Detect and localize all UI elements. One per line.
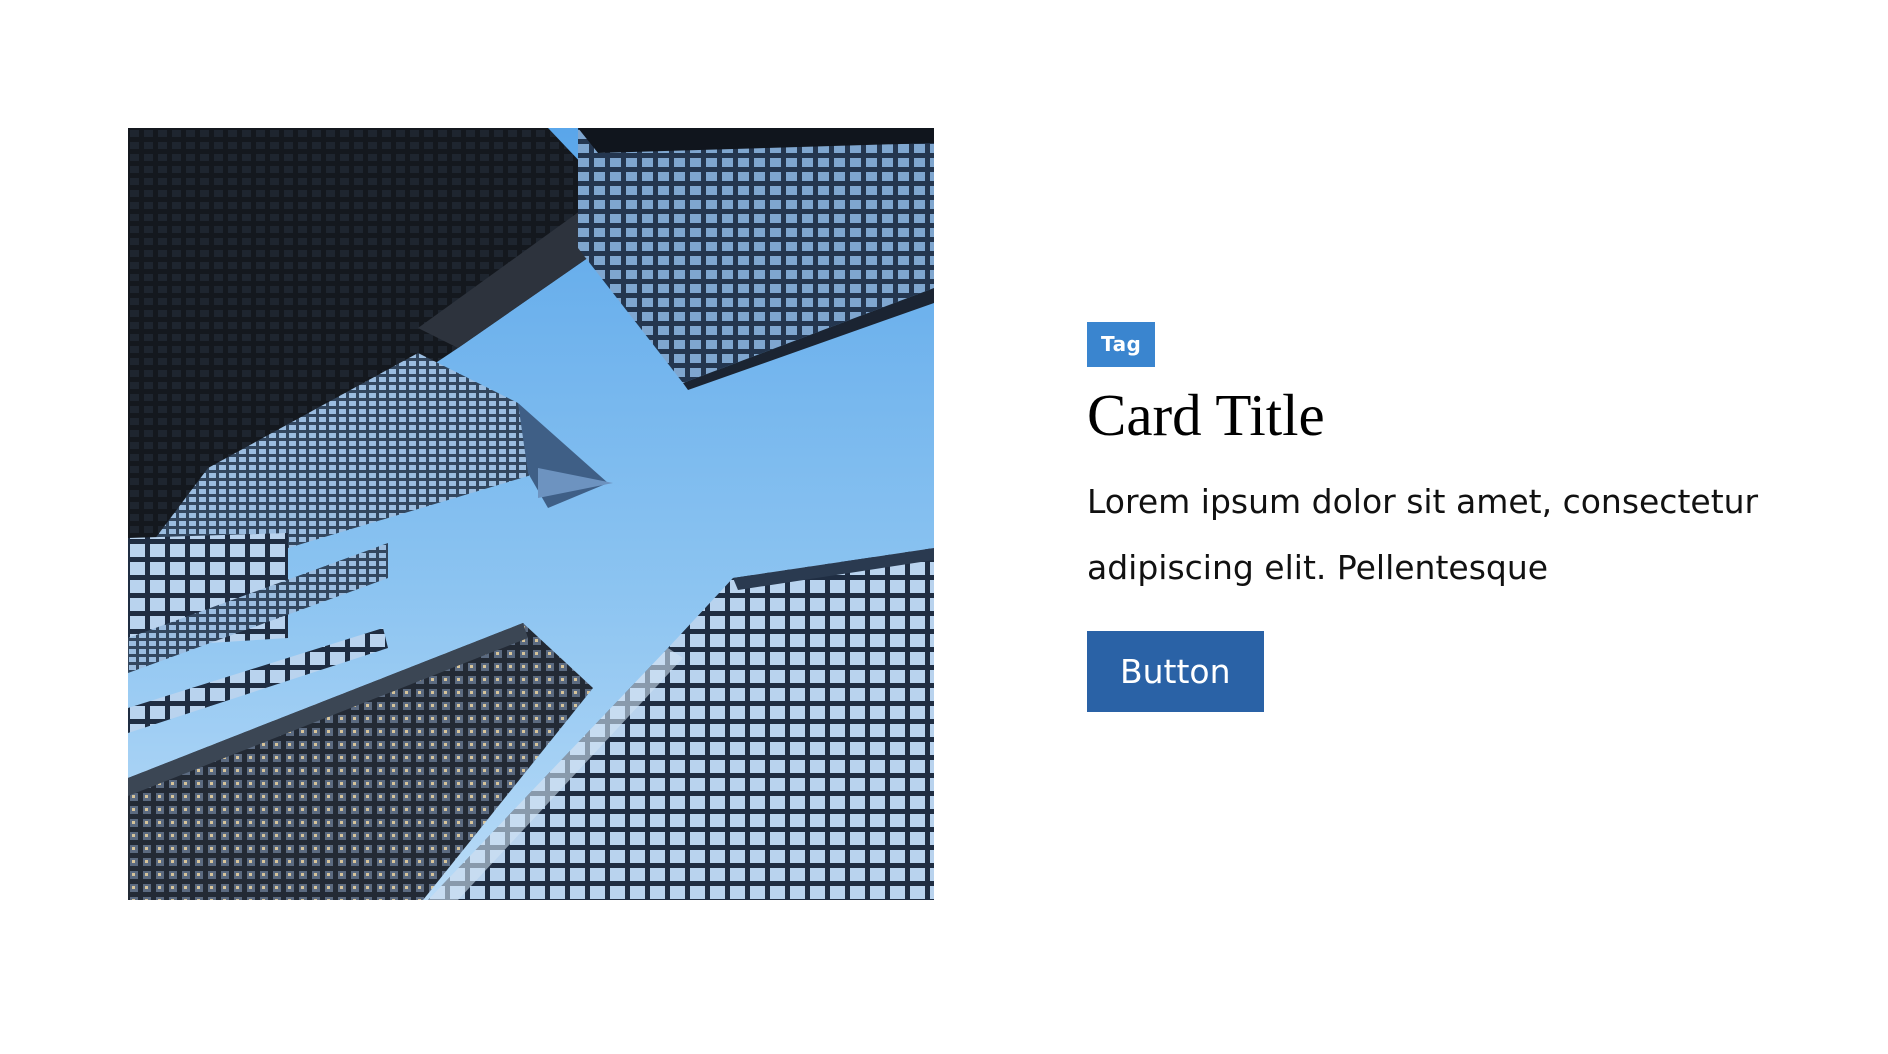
skyscrapers-photo — [128, 128, 934, 900]
tag-badge[interactable]: Tag — [1087, 322, 1156, 367]
page: Tag Card Title Lorem ipsum dolor sit ame… — [0, 0, 1888, 1054]
card-title: Card Title — [1087, 382, 1325, 448]
card-body: Tag Card Title Lorem ipsum dolor sit ame… — [1087, 322, 1807, 712]
card-description: Lorem ipsum dolor sit amet, consectetur … — [1087, 482, 1759, 587]
card-image — [128, 128, 934, 900]
card-button[interactable]: Button — [1087, 631, 1264, 712]
